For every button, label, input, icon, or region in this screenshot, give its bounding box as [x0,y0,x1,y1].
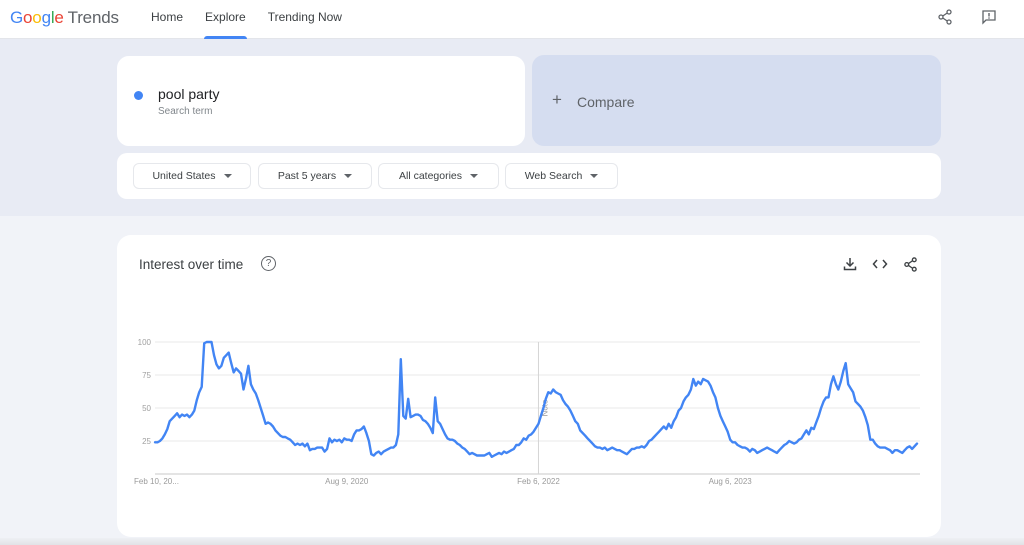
interest-over-time-card: Interest over time ? [117,235,941,537]
main-nav: Home Explore Trending Now [140,0,353,39]
caret-down-icon [344,174,353,178]
download-icon[interactable] [841,255,859,273]
caret-down-icon [223,174,232,178]
header-actions [934,6,1000,28]
google-trends-logo[interactable]: Google Trends [10,8,119,28]
search-term-subtitle: Search term [158,106,213,117]
compare-label: Compare [577,94,635,110]
caret-down-icon [590,174,599,178]
feedback-icon[interactable] [978,6,1000,28]
nav-trending-now[interactable]: Trending Now [257,0,353,39]
filter-time-range[interactable]: Past 5 years [258,163,372,189]
share-icon[interactable] [901,255,919,273]
filters-bar: United States Past 5 years All categorie… [117,153,941,199]
caret-down-icon [470,174,479,178]
compare-button[interactable]: + Compare [532,55,941,146]
nav-home[interactable]: Home [140,0,194,39]
filter-location[interactable]: United States [133,163,251,189]
page-bottom-edge [0,538,1024,545]
nav-explore[interactable]: Explore [194,0,257,39]
help-icon[interactable]: ? [261,256,276,271]
filter-search-type[interactable]: Web Search [505,163,618,189]
embed-icon[interactable] [871,255,889,273]
share-icon[interactable] [934,6,956,28]
filter-category[interactable]: All categories [378,163,499,189]
chart-title: Interest over time [139,257,244,272]
chart-actions [841,255,919,273]
search-term-card[interactable]: pool party Search term [117,56,525,146]
top-bar: Google Trends Home Explore Trending Now [0,0,1024,39]
search-term-name[interactable]: pool party [158,86,219,102]
term-color-dot [134,91,143,100]
plus-icon: + [552,90,562,109]
